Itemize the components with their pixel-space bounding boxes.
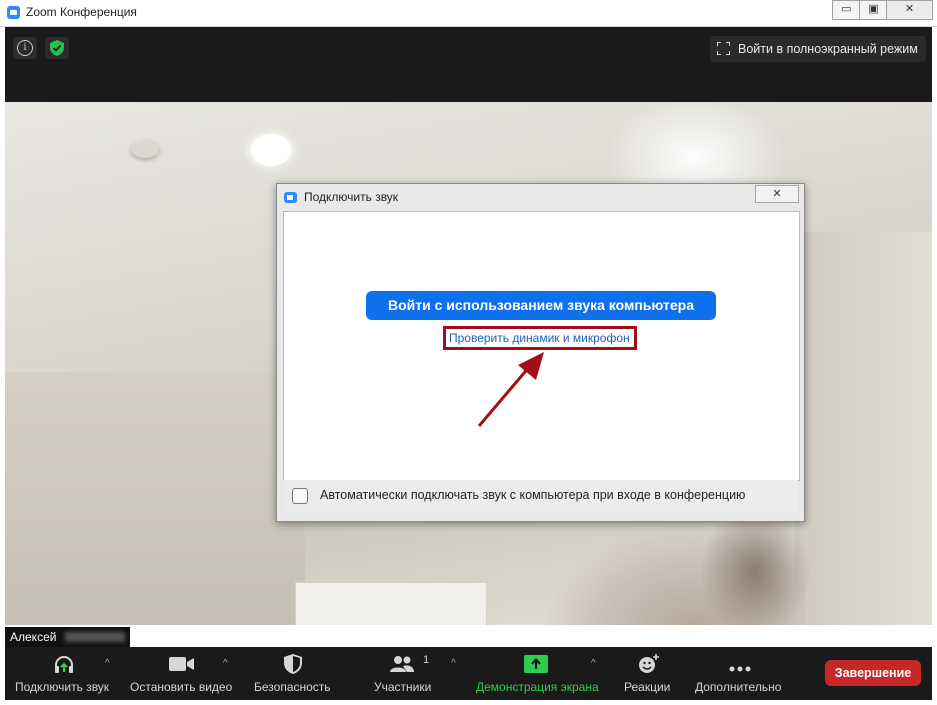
meeting-top-bar: i Войти в полноэкранный режим — [5, 27, 932, 102]
security-button[interactable]: Безопасность — [243, 647, 343, 700]
auto-join-audio-checkbox[interactable] — [292, 488, 308, 504]
reactions-icon — [639, 654, 659, 673]
share-options-caret[interactable]: ^ — [591, 658, 596, 669]
join-audio-label: Подключить звук — [15, 680, 110, 694]
security-label: Безопасность — [254, 680, 331, 694]
ceiling-fixture — [131, 140, 159, 158]
close-window-button[interactable]: ✕ — [886, 0, 933, 20]
video-options-caret[interactable]: ^ — [223, 658, 228, 669]
join-audio-toolbar-button[interactable]: Подключить звук — [5, 647, 123, 700]
audio-options-caret[interactable]: ^ — [105, 658, 110, 669]
meeting-toolbar: Подключить звук ^ Остановить видео ^ Без… — [5, 647, 932, 700]
dialog-body: Войти с использованием звука компьютера … — [283, 211, 800, 481]
stop-video-label: Остановить видео — [130, 680, 233, 694]
more-icon — [729, 666, 751, 672]
fullscreen-button[interactable]: Войти в полноэкранный режим — [710, 36, 926, 62]
minimize-button[interactable]: ▭ — [832, 0, 860, 20]
auto-join-audio-label[interactable]: Автоматически подключать звук с компьюте… — [320, 488, 745, 502]
dialog-close-button[interactable]: ✕ — [755, 185, 799, 203]
wall-left — [5, 372, 305, 625]
share-screen-button[interactable]: Демонстрация экрана — [469, 647, 605, 700]
info-icon: i — [17, 40, 33, 56]
window-title: Zoom Конференция — [26, 5, 137, 19]
zoom-logo-icon — [284, 192, 297, 203]
participant-name-tag: Алексей — [5, 627, 130, 647]
door-frame — [295, 582, 487, 625]
join-with-computer-audio-button[interactable]: Войти с использованием звука компьютера — [366, 291, 716, 320]
end-meeting-button[interactable]: Завершение — [825, 660, 921, 686]
share-screen-label: Демонстрация экрана — [476, 680, 599, 694]
shield-icon — [284, 654, 302, 674]
zoom-logo-icon — [7, 6, 20, 19]
fullscreen-label: Войти в полноэкранный режим — [738, 42, 918, 56]
video-camera-icon — [169, 657, 194, 671]
participants-button[interactable]: 1 Участники — [361, 647, 451, 700]
reactions-label: Реакции — [624, 680, 671, 694]
more-label: Дополнительно — [695, 680, 782, 694]
annotation-arrow-icon — [477, 352, 544, 427]
join-audio-dialog: Подключить звук ✕ Войти с использованием… — [276, 183, 805, 522]
headphones-icon — [55, 656, 73, 673]
encryption-status-button[interactable] — [45, 37, 69, 59]
dialog-footer: Автоматически подключать звук с компьюте… — [283, 480, 798, 513]
participants-icon — [390, 656, 414, 672]
meeting-info-button[interactable]: i — [13, 37, 37, 59]
share-screen-icon — [524, 655, 548, 673]
test-speaker-and-microphone-link[interactable]: Проверить динамик и микрофон — [449, 331, 630, 345]
title-bar: Zoom Конференция ▭ ▣ ✕ — [0, 0, 937, 27]
participant-count: 1 — [423, 654, 430, 666]
participants-label: Участники — [374, 680, 432, 694]
ceiling-light — [251, 134, 291, 166]
more-button[interactable]: Дополнительно — [689, 647, 789, 700]
maximize-button[interactable]: ▣ — [859, 0, 887, 20]
dialog-title: Подключить звук — [304, 190, 399, 204]
participants-options-caret[interactable]: ^ — [451, 658, 456, 669]
fullscreen-icon — [717, 42, 730, 55]
stop-video-button[interactable]: Остановить видео — [123, 647, 239, 700]
reactions-button[interactable]: Реакции — [611, 647, 681, 700]
participant-name: Алексей — [10, 630, 57, 644]
shield-check-icon — [50, 40, 64, 56]
redacted-surname — [65, 632, 125, 642]
